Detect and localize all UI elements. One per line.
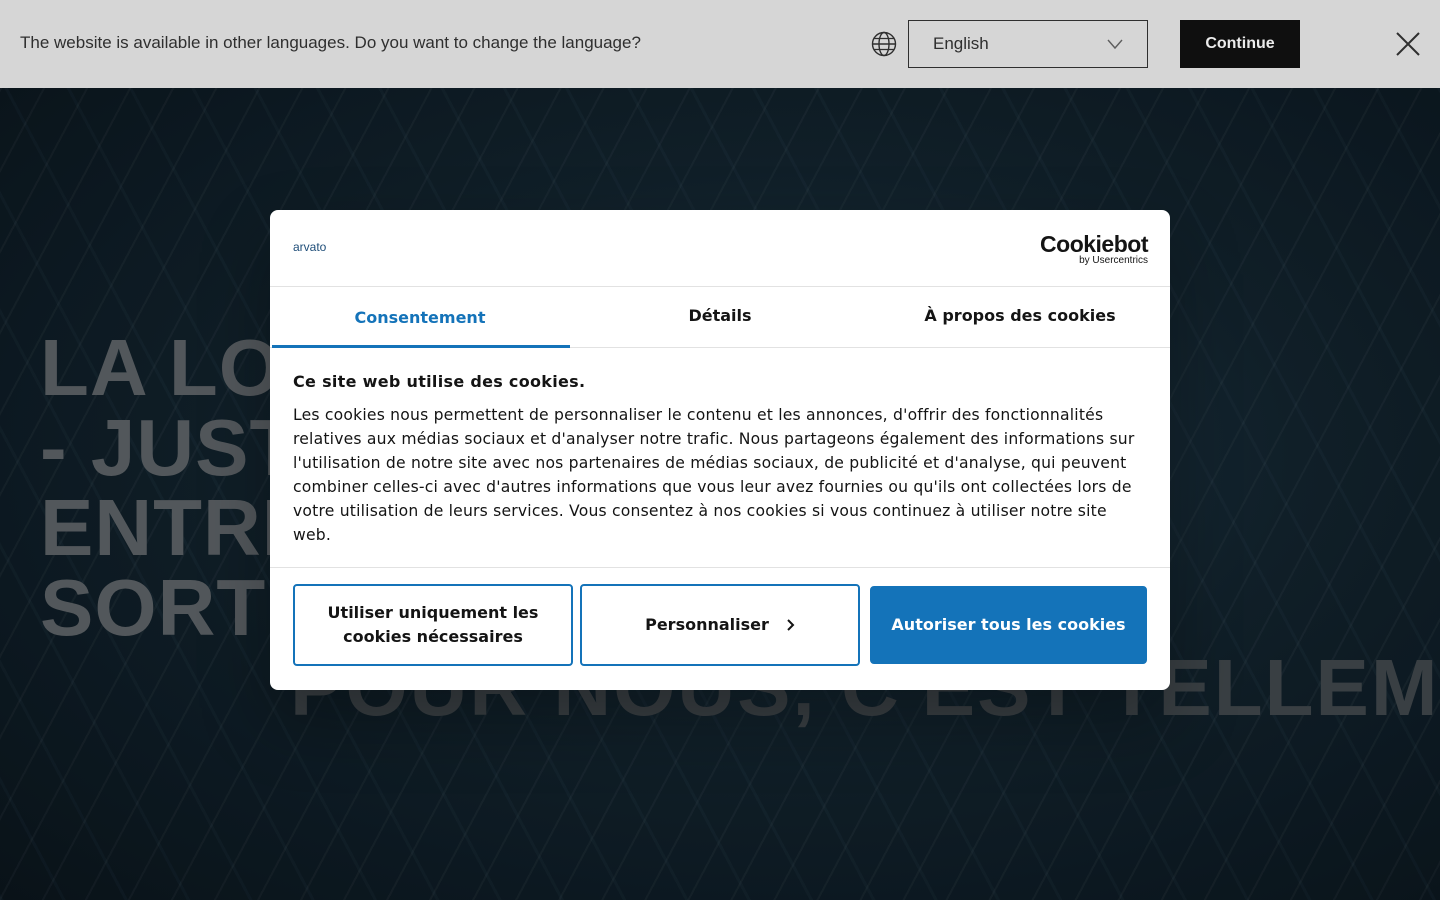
globe-icon	[871, 31, 897, 57]
dialog-actions: Utiliser uniquement les cookies nécessai…	[293, 584, 1147, 666]
dialog-heading: Ce site web utilise des cookies.	[293, 372, 586, 391]
tab-consent[interactable]: Consentement	[270, 287, 570, 348]
dialog-header: arvato Cookiebot by Usercentrics	[270, 210, 1170, 287]
necessary-cookies-label: Utiliser uniquement les cookies nécessai…	[327, 603, 539, 646]
dialog-text: Les cookies nous permettent de personnal…	[293, 406, 1135, 544]
dialog-body: Ce site web utilise des cookies. Les coo…	[270, 348, 1170, 568]
customize-button[interactable]: Personnaliser	[580, 584, 860, 666]
cookiebot-logo: Cookiebot by Usercentrics	[1040, 232, 1148, 266]
dialog-tabs: Consentement Détails À propos des cookie…	[270, 287, 1170, 348]
chevron-down-icon	[1107, 39, 1123, 50]
language-message: The website is available in other langua…	[20, 33, 641, 52]
cookiebot-subtitle: by Usercentrics	[1079, 255, 1148, 266]
arvato-logo: arvato	[293, 240, 327, 254]
chevron-right-icon	[787, 619, 795, 631]
language-bar: The website is available in other langua…	[0, 0, 1440, 88]
tab-details[interactable]: Détails	[570, 287, 870, 347]
cookie-consent-dialog: arvato Cookiebot by Usercentrics Consent…	[270, 210, 1170, 690]
tab-about-cookies[interactable]: À propos des cookies	[870, 287, 1170, 347]
language-select-value: English	[933, 34, 989, 53]
allow-all-cookies-button[interactable]: Autoriser tous les cookies	[870, 586, 1147, 664]
necessary-cookies-button[interactable]: Utiliser uniquement les cookies nécessai…	[293, 584, 573, 666]
close-icon[interactable]	[1396, 32, 1420, 56]
cookiebot-name: Cookiebot	[1040, 231, 1148, 257]
continue-button[interactable]: Continue	[1180, 20, 1300, 68]
customize-label: Personnaliser	[645, 615, 769, 634]
language-select[interactable]: English	[908, 20, 1148, 68]
